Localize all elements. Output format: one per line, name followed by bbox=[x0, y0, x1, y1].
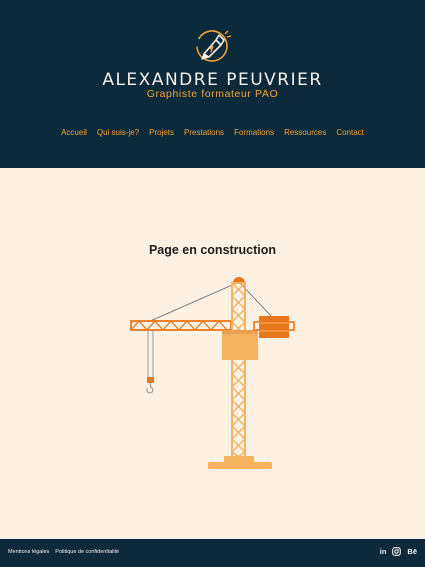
nav-ressources[interactable]: Ressources bbox=[284, 128, 326, 137]
site-footer: Mentions légales Politique de confidenti… bbox=[0, 539, 425, 567]
site-header: ALEXANDRE PEUVRIER Graphiste formateur P… bbox=[0, 0, 425, 168]
footer-link-mentions-legales[interactable]: Mentions légales bbox=[8, 549, 49, 555]
behance-icon[interactable]: Bē bbox=[407, 547, 417, 556]
nav-prestations[interactable]: Prestations bbox=[184, 128, 224, 137]
nav-formations[interactable]: Formations bbox=[234, 128, 274, 137]
nav-accueil[interactable]: Accueil bbox=[61, 128, 87, 137]
pen-tablet-logo-icon[interactable] bbox=[190, 26, 234, 66]
nav-qui-suis-je[interactable]: Qui suis-je? bbox=[97, 128, 139, 137]
brand-tagline: Graphiste formateur PAO bbox=[146, 88, 279, 100]
social-links: in Bē bbox=[380, 547, 417, 556]
instagram-icon[interactable] bbox=[392, 547, 402, 556]
nav-contact[interactable]: Contact bbox=[336, 128, 364, 137]
footer-link-politique-confidentialite[interactable]: Politique de confidentialité bbox=[55, 549, 119, 555]
footer-links: Mentions légales Politique de confidenti… bbox=[8, 549, 119, 555]
linkedin-icon[interactable]: in bbox=[380, 547, 387, 556]
page-title: Page en construction bbox=[148, 243, 277, 257]
crane-icon bbox=[130, 277, 295, 469]
nav-projets[interactable]: Projets bbox=[149, 128, 174, 137]
brand-name[interactable]: ALEXANDRE PEUVRIER bbox=[0, 70, 425, 90]
main-nav: Accueil Qui suis-je? Projets Prestations… bbox=[0, 128, 425, 137]
